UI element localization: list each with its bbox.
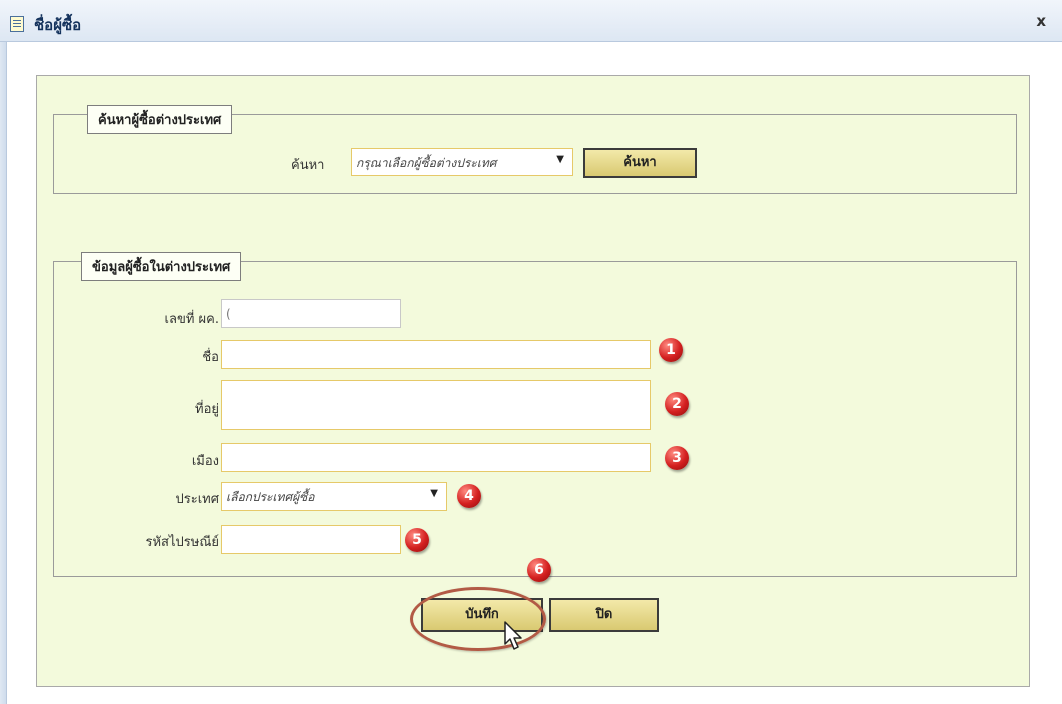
title-bar: ชื่อผู้ซื้อ x bbox=[0, 0, 1062, 42]
step-badge-2: 2 bbox=[665, 392, 689, 416]
window-title: ชื่อผู้ซื้อ bbox=[34, 16, 82, 34]
step-badge-6: 6 bbox=[527, 558, 551, 582]
step-badge-3: 3 bbox=[665, 446, 689, 470]
step-badge-1: 1 bbox=[659, 338, 683, 362]
search-label: ค้นหา bbox=[291, 158, 325, 173]
buyer-search-select-value: กรุณาเลือกผู้ซื้อต่างประเทศ bbox=[356, 156, 497, 170]
country-select-value: เลือกประเทศผู้ซื้อ bbox=[226, 490, 315, 504]
id-field[interactable] bbox=[221, 299, 401, 328]
close-button[interactable]: ปิด bbox=[549, 598, 659, 632]
mouse-cursor-icon bbox=[504, 621, 522, 650]
id-label: เลขที่ ผค. bbox=[164, 312, 219, 327]
postcode-field[interactable] bbox=[221, 525, 401, 554]
step-badge-4: 4 bbox=[457, 484, 481, 508]
postcode-label: รหัสไปรษณีย์ bbox=[145, 535, 219, 550]
save-highlight-ring bbox=[410, 587, 546, 651]
city-label: เมือง bbox=[191, 454, 219, 469]
name-field[interactable] bbox=[221, 340, 651, 369]
country-label: ประเทศ bbox=[175, 492, 219, 507]
step-badge-5: 5 bbox=[405, 528, 429, 552]
close-icon[interactable]: x bbox=[1036, 12, 1046, 30]
address-field[interactable] bbox=[221, 380, 651, 430]
chevron-down-icon[interactable]: ▼ bbox=[556, 154, 564, 165]
country-select[interactable]: เลือกประเทศผู้ซื้อ ▼ bbox=[221, 482, 447, 511]
chevron-down-icon[interactable]: ▼ bbox=[430, 488, 438, 499]
form-icon bbox=[10, 16, 24, 32]
city-field[interactable] bbox=[221, 443, 651, 472]
search-button[interactable]: ค้นหา bbox=[583, 148, 697, 178]
window-border bbox=[0, 42, 7, 704]
info-group-legend: ข้อมูลผู้ซื้อในต่างประเทศ bbox=[81, 252, 242, 281]
search-group-legend: ค้นหาผู้ซื้อต่างประเทศ bbox=[87, 105, 233, 134]
buyer-search-select[interactable]: กรุณาเลือกผู้ซื้อต่างประเทศ ▼ bbox=[351, 148, 573, 176]
address-label: ที่อยู่ bbox=[195, 402, 219, 417]
dialog-panel: ค้นหาผู้ซื้อต่างประเทศ ค้นหา กรุณาเลือกผ… bbox=[36, 75, 1030, 687]
name-label: ชื่อ bbox=[202, 350, 219, 365]
